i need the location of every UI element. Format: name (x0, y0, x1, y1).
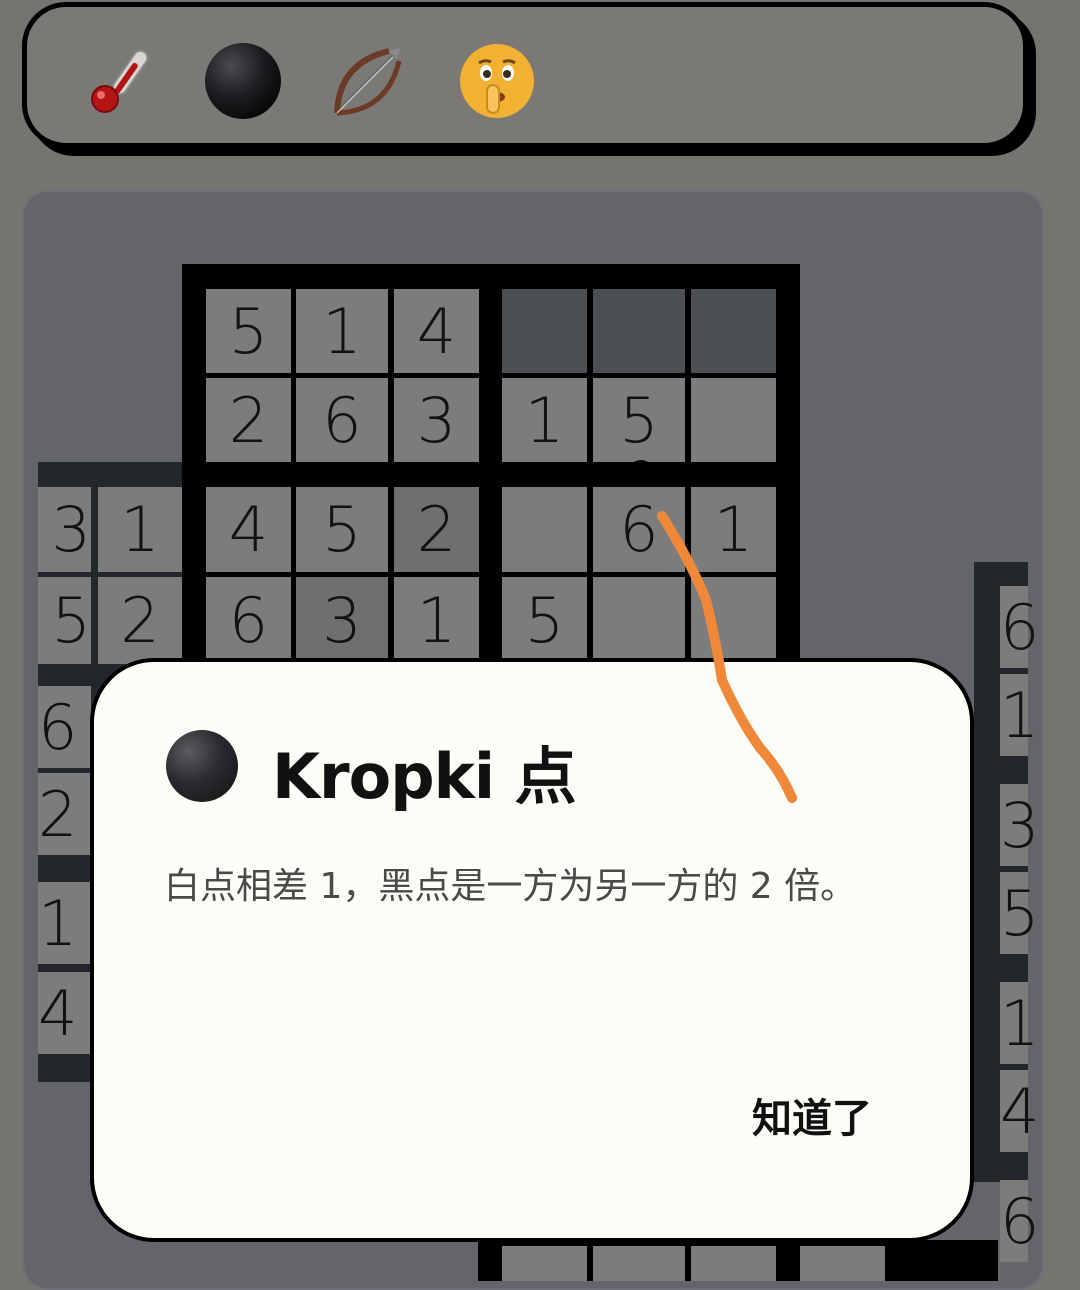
grid-cell[interactable]: 2 (98, 577, 182, 664)
rule-dialog: Kropki 点 白点相差 1，黑点是一方为另一方的 2 倍。 知道了 (90, 658, 974, 1242)
grid-cell[interactable]: 6 (593, 487, 685, 572)
grid-cell[interactable]: 4 (1000, 1070, 1039, 1152)
grid-cell[interactable]: 2 (394, 487, 479, 572)
kropki-black-dot (628, 460, 654, 486)
grid-cell[interactable] (800, 1246, 885, 1281)
grid-cell[interactable]: 1 (1000, 674, 1039, 756)
grid-cell[interactable]: 5 (502, 577, 587, 664)
grid-cell[interactable]: 2 (38, 773, 91, 855)
grid-cell[interactable]: 3 (38, 487, 91, 572)
grid-cell[interactable]: 6 (1000, 1180, 1039, 1262)
black-circle-icon (166, 730, 238, 802)
grid-cell[interactable]: 1 (296, 289, 388, 373)
tool-palette (22, 2, 1028, 148)
grid-cell[interactable] (691, 1246, 776, 1281)
grid-cell[interactable]: 5 (1000, 872, 1039, 954)
grid-cell[interactable]: 1 (691, 487, 776, 572)
grid-cell[interactable] (593, 289, 685, 373)
shushing-face-icon[interactable] (457, 41, 537, 121)
grid-cell[interactable]: 5 (38, 577, 91, 664)
grid-cell[interactable]: 1 (1000, 982, 1039, 1064)
grid-cell[interactable]: 1 (38, 882, 91, 964)
grid-cell[interactable]: 3 (1000, 784, 1039, 866)
grid-cell[interactable]: 1 (98, 487, 182, 572)
grid-cell[interactable] (502, 1246, 587, 1281)
grid-cell[interactable]: 1 (502, 378, 587, 462)
grid-cell[interactable]: 5 (296, 487, 388, 572)
grid-cell[interactable]: 4 (206, 487, 291, 572)
grid-cell[interactable] (593, 577, 685, 664)
grid-cell[interactable]: 1 (394, 577, 479, 664)
grid-cell[interactable] (502, 487, 587, 572)
grid-cell[interactable] (691, 577, 776, 664)
thermometer-icon[interactable] (83, 41, 163, 121)
grid-cell[interactable]: 4 (394, 289, 479, 373)
dialog-body-text: 白点相差 1，黑点是一方为另一方的 2 倍。 (164, 866, 857, 907)
grid-cell[interactable]: 6 (38, 686, 91, 768)
grid-cell[interactable] (691, 289, 776, 373)
grid-cell[interactable]: 4 (38, 972, 91, 1054)
grid-cell[interactable]: 5 (593, 378, 685, 462)
got-it-button[interactable]: 知道了 (752, 1086, 872, 1144)
grid-cell[interactable]: 5 (206, 289, 291, 373)
bow-and-arrow-icon[interactable] (327, 41, 407, 121)
grid-cell[interactable]: 6 (206, 577, 291, 664)
grid-cell[interactable] (593, 1246, 685, 1281)
grid-cell[interactable]: 6 (1000, 586, 1039, 668)
dialog-title: Kropki 点 (272, 740, 577, 813)
grid-cell[interactable]: 6 (296, 378, 388, 462)
grid-cell[interactable]: 3 (296, 577, 388, 664)
grid-cell[interactable] (502, 289, 587, 373)
grid-cell[interactable] (691, 378, 776, 462)
grid-cell[interactable]: 3 (394, 378, 479, 462)
grid-cell[interactable]: 2 (206, 378, 291, 462)
black-circle-icon[interactable] (203, 41, 283, 121)
